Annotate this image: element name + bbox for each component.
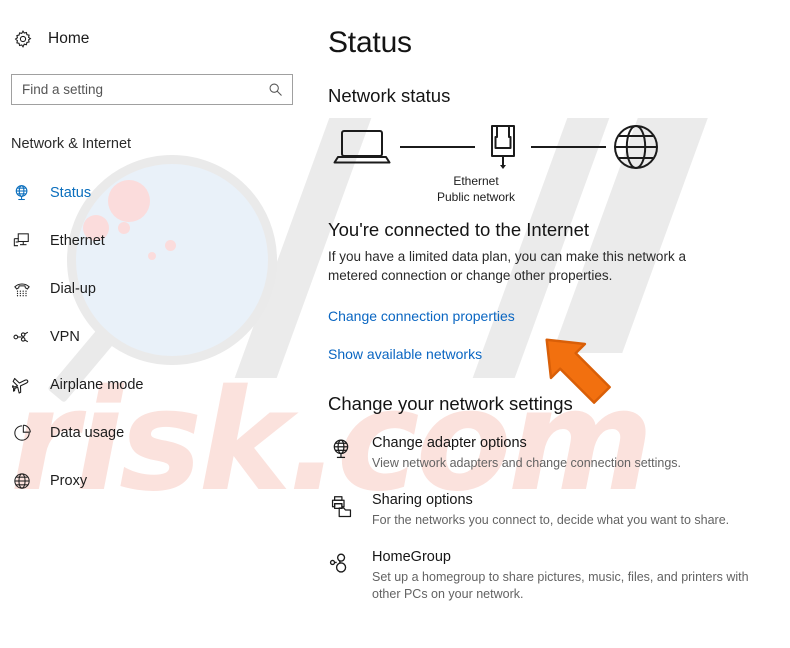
diagram-caption-network-type: Public network: [436, 190, 516, 204]
sidebar-nav: Status Ethernet Dial-up VPN Airplane mod…: [0, 169, 320, 505]
sidebar-item-data-usage[interactable]: Data usage: [0, 409, 320, 457]
setting-description: View network adapters and change connect…: [372, 456, 681, 470]
sidebar-item-label: Airplane mode: [50, 377, 144, 393]
ethernet-monitor-icon: [11, 230, 33, 252]
printer-folder-icon: [328, 493, 354, 519]
airplane-icon: [11, 374, 33, 396]
setting-homegroup[interactable]: HomeGroup Set up a homegroup to share pi…: [328, 548, 790, 603]
change-connection-properties-link[interactable]: Change connection properties: [328, 308, 790, 324]
pie-chart-icon: [11, 422, 33, 444]
settings-heading: Change your network settings: [328, 393, 573, 414]
sidebar: Home Network & Internet: [0, 0, 320, 648]
sidebar-item-proxy[interactable]: Proxy: [0, 457, 320, 505]
connection-line: [400, 146, 475, 148]
globe-icon: [606, 123, 666, 171]
setting-sharing-options[interactable]: Sharing options For the networks you con…: [328, 491, 790, 529]
sidebar-item-label: Status: [50, 185, 92, 201]
nav-section-title: Network & Internet: [11, 136, 132, 152]
setting-description: For the networks you connect to, decide …: [372, 513, 730, 527]
sidebar-item-label: VPN: [50, 329, 80, 345]
setting-text: Change adapter options View network adap…: [372, 434, 681, 472]
setting-title: Change adapter options: [372, 435, 527, 451]
globe-monitor-icon: [328, 436, 354, 462]
sidebar-item-vpn[interactable]: VPN: [0, 313, 320, 361]
show-available-networks-link[interactable]: Show available networks: [328, 346, 790, 362]
sidebar-item-label: Data usage: [50, 425, 125, 441]
connection-line: [531, 146, 606, 148]
setting-title: Sharing options: [372, 492, 473, 508]
connection-heading: You're connected to the Internet: [328, 219, 590, 240]
setting-change-adapter-options[interactable]: Change adapter options View network adap…: [328, 434, 790, 472]
ethernet-port-icon: [475, 123, 531, 171]
phone-handset-icon: [11, 278, 33, 300]
network-diagram: Ethernet Public network: [324, 121, 790, 205]
sidebar-item-dial-up[interactable]: Dial-up: [0, 265, 320, 313]
network-status-heading: Network status: [328, 85, 451, 106]
gear-icon: [12, 28, 34, 50]
sidebar-item-ethernet[interactable]: Ethernet: [0, 217, 320, 265]
search-input[interactable]: [12, 75, 292, 104]
main-content: Status Network status Ethernet Public ne…: [320, 0, 790, 648]
sidebar-item-home[interactable]: Home: [0, 22, 320, 56]
setting-description: Set up a homegroup to share pictures, mu…: [372, 570, 749, 601]
page-title: Status: [328, 26, 412, 59]
setting-text: HomeGroup Set up a homegroup to share pi…: [372, 548, 772, 603]
home-label: Home: [48, 30, 90, 47]
connection-description: If you have a limited data plan, you can…: [328, 249, 686, 283]
sidebar-item-label: Dial-up: [50, 281, 96, 297]
globe-monitor-icon: [11, 182, 33, 204]
homegroup-icon: [328, 550, 354, 576]
vpn-key-icon: [11, 326, 33, 348]
globe-icon: [11, 470, 33, 492]
diagram-captions: Ethernet Public network: [401, 173, 551, 205]
setting-title: HomeGroup: [372, 549, 451, 565]
laptop-icon: [324, 126, 400, 168]
setting-text: Sharing options For the networks you con…: [372, 491, 729, 529]
sidebar-item-label: Proxy: [50, 473, 88, 489]
sidebar-item-label: Ethernet: [50, 233, 105, 249]
settings-window: risk.com Home Find a setting Network & I…: [0, 0, 790, 648]
search-box[interactable]: [11, 74, 293, 105]
sidebar-item-airplane-mode[interactable]: Airplane mode: [0, 361, 320, 409]
diagram-caption-adapter: Ethernet: [453, 174, 499, 188]
sidebar-item-status[interactable]: Status: [0, 169, 320, 217]
